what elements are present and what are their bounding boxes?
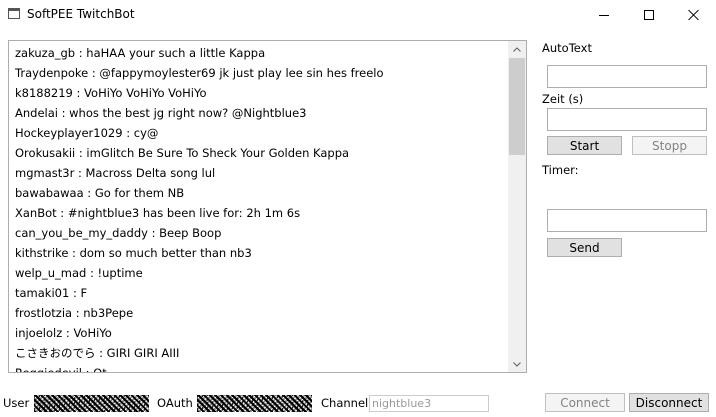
stop-button[interactable]: Stopp — [632, 136, 707, 155]
chat-message: k8188219 : VoHiYo VoHiYo VoHiYo — [15, 86, 207, 100]
zeit-label: Zeit (s) — [542, 92, 584, 106]
chat-message: XanBot : #nightblue3 has been live for: … — [15, 206, 301, 220]
chevron-down-icon — [513, 361, 521, 367]
minimize-icon — [599, 14, 609, 16]
minimize-button[interactable] — [581, 0, 627, 30]
autotext-input[interactable] — [547, 65, 707, 88]
chat-message: bawabawaa : Go for them NB — [15, 186, 185, 200]
chevron-up-icon — [513, 46, 521, 52]
zeit-input[interactable] — [547, 108, 707, 131]
scroll-thumb[interactable] — [509, 58, 525, 155]
oauth-field-redacted[interactable] — [197, 395, 312, 412]
chat-scrollbar[interactable] — [508, 41, 526, 372]
start-button[interactable]: Start — [547, 136, 622, 155]
chat-message: injoelolz : VoHiYo — [15, 326, 112, 340]
chat-message: mgmast3r : Macross Delta song lul — [15, 166, 216, 180]
app-window-icon — [8, 8, 20, 19]
channel-input[interactable]: nightblue3 — [369, 395, 489, 412]
scroll-down-button[interactable] — [508, 356, 526, 372]
chat-message: can_you_be_my_daddy : Beep Boop — [15, 226, 222, 240]
chat-message: Reggiedevil : Ot — [15, 366, 107, 373]
channel-label: Channel — [321, 396, 369, 410]
chat-message: Traydenpoke : @fappymoylester69 jk just … — [15, 66, 384, 80]
close-icon — [688, 9, 700, 21]
chat-message: Andelai : whos the best jg right now? @N… — [15, 106, 307, 120]
chat-message: welp_u_mad : !uptime — [15, 266, 143, 280]
timer-label: Timer: — [542, 163, 579, 177]
connect-button[interactable]: Connect — [545, 393, 625, 412]
chat-message: tamaki01 : F — [15, 286, 88, 300]
chat-message: kithstrike : dom so much better than nb3 — [15, 246, 252, 260]
chat-message: Orokusakii : imGlitch Be Sure To Sheck Y… — [15, 146, 350, 160]
maximize-button[interactable] — [626, 0, 672, 30]
title-bar: SoftPEE TwitchBot — [0, 0, 716, 30]
message-input[interactable] — [547, 209, 707, 232]
scroll-up-button[interactable] — [508, 41, 526, 57]
disconnect-button[interactable]: Disconnect — [629, 393, 709, 412]
chat-message: こさきおのでら : GIRI GIRI AIII — [15, 346, 180, 360]
autotext-label: AutoText — [542, 41, 592, 55]
oauth-label: OAuth — [157, 396, 193, 410]
chat-lines: zakuza_gb : haHAA your such a little Kap… — [15, 43, 505, 373]
chat-message: frostlotzia : nb3Pepe — [15, 306, 134, 320]
send-button[interactable]: Send — [547, 238, 622, 257]
close-button[interactable] — [671, 0, 716, 30]
maximize-icon — [644, 10, 654, 20]
window-title: SoftPEE TwitchBot — [27, 7, 135, 21]
user-label: User — [3, 396, 30, 410]
chat-message: zakuza_gb : haHAA your such a little Kap… — [15, 46, 266, 60]
chat-log[interactable]: zakuza_gb : haHAA your such a little Kap… — [8, 40, 527, 373]
chat-message: Hockeyplayer1029 : cy@ — [15, 126, 159, 140]
user-field-redacted[interactable] — [34, 395, 149, 412]
